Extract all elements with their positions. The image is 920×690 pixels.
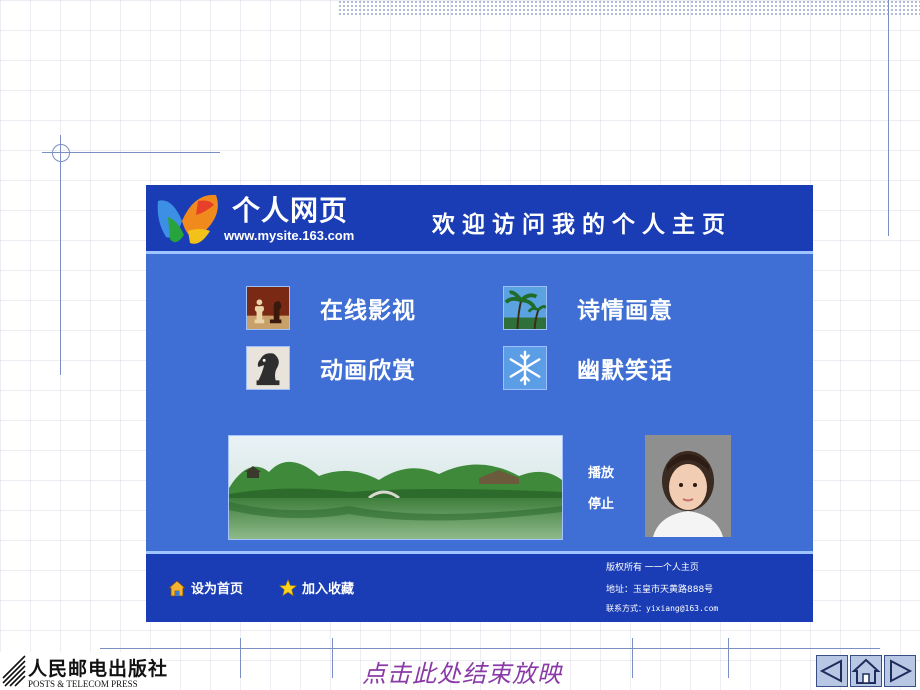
menu-item-poetry[interactable]: 诗情画意: [503, 286, 673, 330]
previous-slide-button[interactable]: [816, 655, 848, 687]
decorative-line: [60, 135, 61, 375]
star-icon: [279, 578, 297, 596]
decorative-line: [888, 0, 889, 236]
decorative-line: [728, 638, 729, 678]
logo-title: 个人网页: [232, 194, 349, 227]
chess-icon: [246, 286, 290, 330]
menu-label: 幽默笑话: [577, 358, 673, 384]
menu-label: 诗情画意: [577, 298, 673, 324]
decorative-line: [100, 648, 880, 649]
contact-text: 联系方式：yixiang@163.com: [606, 604, 719, 613]
play-button[interactable]: 播放: [588, 462, 614, 481]
home-slide-button[interactable]: [850, 655, 882, 687]
home-icon: [168, 579, 186, 596]
add-favorite-label: 加入收藏: [302, 582, 355, 597]
publisher-name-en: POSTS & TELECOM PRESS: [28, 679, 138, 689]
right-arrow-icon: [890, 659, 913, 683]
stop-button[interactable]: 停止: [588, 493, 614, 512]
snowflake-icon: [503, 346, 547, 390]
site-header: 个人网页 www.mysite.163.com 欢迎访问我的个人主页: [146, 185, 813, 254]
publisher-name-cn: 人民邮电出版社: [28, 658, 169, 680]
slide-top-pattern: [338, 0, 920, 16]
menu-item-online-video[interactable]: 在线影视: [246, 286, 416, 330]
decorative-line: [632, 638, 633, 678]
add-favorite-link[interactable]: 加入收藏: [279, 578, 354, 597]
menu-label: 在线影视: [320, 298, 416, 324]
profile-photo: [645, 435, 731, 537]
address-text: 地址：玉皇市天黄路888号: [606, 585, 714, 595]
decorative-line: [240, 638, 241, 678]
horse-chess-icon: [246, 346, 290, 390]
welcome-heading: 欢迎访问我的个人主页: [432, 211, 732, 238]
set-homepage-link[interactable]: 设为首页: [168, 578, 243, 597]
personal-homepage-mockup: 个人网页 www.mysite.163.com 欢迎访问我的个人主页 在线影视 …: [146, 185, 813, 622]
menu-label: 动画欣赏: [320, 358, 416, 384]
site-footer: 设为首页 加入收藏 版权所有 一一个人主页 地址：玉皇市天黄路888号 联系方式…: [146, 551, 813, 622]
house-icon: [851, 658, 881, 684]
decorative-circle: [52, 144, 70, 162]
palm-tree-icon: [503, 286, 547, 330]
publisher-logo: 人民邮电出版社 POSTS & TELECOM PRESS: [0, 652, 169, 690]
end-slideshow-link[interactable]: 点击此处结束放映: [362, 654, 562, 689]
left-arrow-icon: [819, 659, 842, 683]
next-slide-button[interactable]: [884, 655, 916, 687]
menu-item-jokes[interactable]: 幽默笑话: [503, 346, 673, 390]
copyright-text: 版权所有 一一个人主页: [606, 563, 699, 573]
decorative-line: [332, 638, 333, 678]
menu-item-animation[interactable]: 动画欣赏: [246, 346, 416, 390]
logo-url: www.mysite.163.com: [224, 228, 355, 243]
butterfly-logo-icon: [157, 194, 218, 244]
set-homepage-label: 设为首页: [191, 582, 244, 597]
publisher-emblem-icon: [2, 655, 26, 687]
lake-scenery-banner: [228, 435, 563, 540]
